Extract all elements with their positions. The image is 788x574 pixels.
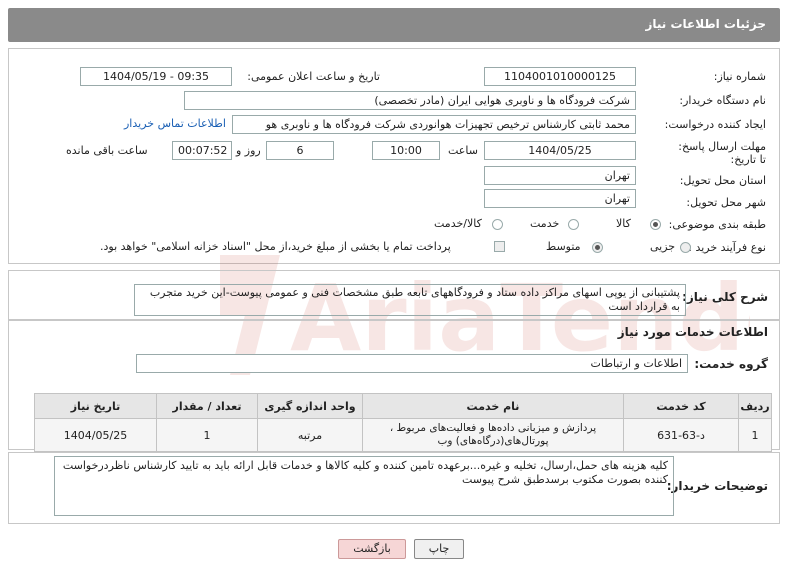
buyer-notes-textarea[interactable]: کلیه هزینه های حمل،ارسال، تخلیه و غیره..… [54, 456, 674, 516]
print-button[interactable]: چاپ [414, 539, 464, 559]
deadline-date-field: 1404/05/25 [484, 141, 636, 160]
buyer-org-label: نام دستگاه خریدار: [679, 94, 766, 107]
col-name: نام خدمت [362, 393, 624, 419]
category-goods-service-label: کالا/خدمت [434, 217, 482, 230]
remaining-time-label: ساعت باقی مانده [66, 144, 148, 157]
col-qty: تعداد / مقدار [156, 393, 258, 419]
col-date: تاریخ نیاز [34, 393, 157, 419]
days-field: 6 [266, 141, 334, 160]
remaining-time-field: 00:07:52 [172, 141, 232, 160]
buyer-contact-link[interactable]: اطلاعات تماس خریدار [124, 117, 226, 130]
need-number-label: شماره نیاز: [713, 70, 766, 83]
col-code: کد خدمت [623, 393, 739, 419]
cell-date: 1404/05/25 [34, 418, 157, 452]
col-row: ردیف [738, 393, 772, 419]
category-label: طبقه بندی موضوعی: [668, 218, 766, 231]
announce-datetime-label: تاریخ و ساعت اعلان عمومی: [247, 70, 380, 83]
announce-datetime-field: 1404/05/19 - 09:35 [80, 67, 232, 86]
days-label: روز و [236, 144, 261, 157]
service-group-field: اطلاعات و ارتباطات [136, 354, 688, 373]
services-section-title: اطلاعات خدمات مورد نیاز [617, 325, 768, 339]
summary-label: شرح کلی نیاز: [682, 290, 768, 304]
city-label: شهر محل تحویل: [686, 196, 766, 209]
deadline-time-label: ساعت [448, 144, 478, 157]
category-radio-service[interactable] [568, 219, 579, 230]
need-number-field: 1104001010000125 [484, 67, 636, 86]
service-group-label: گروه خدمت: [694, 357, 768, 371]
province-label: استان محل تحویل: [679, 174, 766, 187]
deadline-label: مهلت ارسال پاسخ: تا تاریخ: [678, 140, 766, 166]
services-table-header: ردیف کد خدمت نام خدمت واحد اندازه گیری ت… [34, 393, 772, 419]
cell-name: پردازش و میزبانی داده‌ها و فعالیت‌های مر… [362, 418, 624, 452]
col-unit: واحد اندازه گیری [257, 393, 363, 419]
table-row: 1 د-63-631 پردازش و میزبانی داده‌ها و فع… [34, 418, 772, 452]
creator-field: محمد ثابتی کارشناس ترخیص تجهیزات هوانورد… [232, 115, 636, 134]
services-table: ردیف کد خدمت نام خدمت واحد اندازه گیری ت… [34, 393, 772, 452]
cell-row: 1 [738, 418, 772, 452]
buyer-notes-label: توضیحات خریدار: [666, 479, 768, 493]
category-radio-goods[interactable] [650, 219, 661, 230]
city-field: تهران [484, 189, 636, 208]
summary-textarea[interactable]: پشتیبانی از یوپی اسهای مراکز داده ستاد و… [134, 284, 686, 316]
category-goods-label: کالا [616, 217, 631, 230]
creator-label: ایجاد کننده درخواست: [664, 118, 766, 131]
category-service-label: خدمت [530, 217, 560, 230]
deadline-time-field: 10:00 [372, 141, 440, 160]
category-radio-goods-service[interactable] [492, 219, 503, 230]
back-button[interactable]: بازگشت [338, 539, 406, 559]
panel-title: جزئیات اطلاعات نیاز [645, 17, 766, 31]
cell-qty: 1 [156, 418, 258, 452]
cell-unit: مرتبه [257, 418, 363, 452]
panel-header: جزئیات اطلاعات نیاز [8, 8, 780, 42]
cell-code: د-63-631 [623, 418, 739, 452]
province-field: تهران [484, 166, 636, 185]
buyer-org-field: شرکت فرودگاه ها و ناوبری هوایی ایران (ما… [184, 91, 636, 110]
